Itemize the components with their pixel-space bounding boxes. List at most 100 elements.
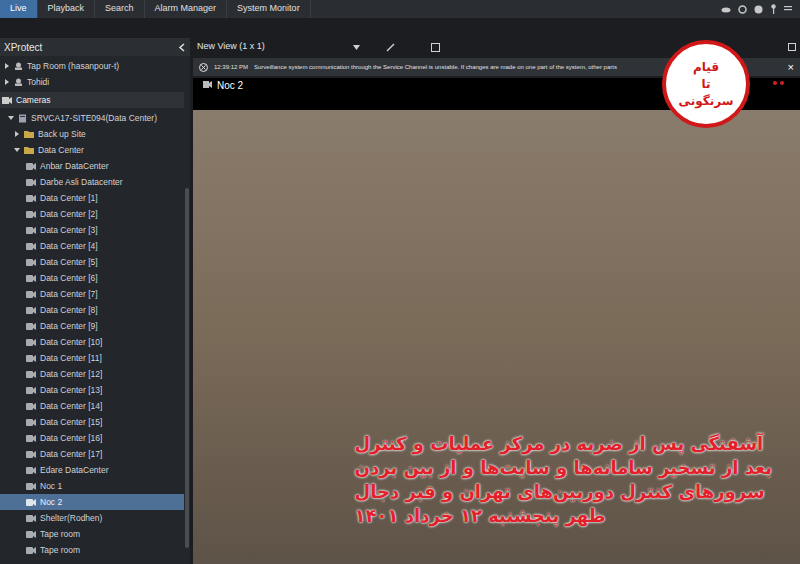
user-icon (14, 78, 23, 86)
camera-icon (26, 291, 36, 298)
tree-item-label: Data Center [1] (40, 192, 98, 205)
tree-item[interactable]: Data Center [13] (0, 382, 184, 398)
camera-icon (26, 531, 36, 538)
tree-item[interactable]: Tohidi (0, 74, 184, 90)
caption-line: سرورهای کنترل دوربین‌های تهران و قبر دجا… (355, 480, 765, 504)
tree-item-label: Data Center [11] (40, 352, 102, 365)
scrollbar[interactable] (185, 188, 189, 548)
expand-arrow-icon[interactable] (4, 79, 10, 85)
tree-item[interactable]: Data Center [11] (0, 350, 184, 366)
tab[interactable]: Search (95, 0, 145, 18)
tree-item[interactable]: Cameras (0, 92, 184, 108)
tree-item-label: Shelter(Rodhen) (40, 512, 102, 525)
dropdown-icon[interactable] (353, 45, 360, 50)
camera-icon (26, 483, 36, 490)
tree-item[interactable]: Data Center [5] (0, 254, 184, 270)
camera-icon (26, 355, 36, 362)
tree-item[interactable]: Data Center [12] (0, 366, 184, 382)
tree-item[interactable]: Data Center [1] (0, 190, 184, 206)
tree-item[interactable]: Noc 1 (0, 478, 184, 494)
help-icon[interactable] (754, 5, 763, 14)
link-icon[interactable] (386, 43, 395, 52)
tree-item-label: Noc 1 (40, 480, 62, 493)
tree-item[interactable]: Data Center [16] (0, 430, 184, 446)
alert-icon (780, 81, 784, 85)
tree-item[interactable]: Data Center [10] (0, 334, 184, 350)
camera-icon (26, 243, 36, 250)
badge-text: قیام (693, 59, 719, 76)
camera-icon (26, 451, 36, 458)
tree-item[interactable]: Data Center [2] (0, 206, 184, 222)
tree-item-label: Tap Room (hasanpour-t) (27, 60, 119, 73)
tree-item-label: Data Center [9] (40, 320, 98, 333)
tree-item-label: Anbar DataCenter (40, 160, 109, 173)
save-icon[interactable] (431, 43, 440, 52)
camera-icon (26, 275, 36, 282)
camera-icon (26, 547, 36, 554)
gear-icon[interactable] (738, 5, 747, 14)
tree-item[interactable]: Data Center [7] (0, 286, 184, 302)
tree-item-label: Noc 2 (40, 496, 62, 509)
tree-item-label: Data Center [3] (40, 224, 98, 237)
tree-item[interactable]: Data Center [9] (0, 318, 184, 334)
tree-item[interactable]: Shelter(Rodhen) (0, 510, 184, 526)
tree-item[interactable]: Data Center [14] (0, 398, 184, 414)
expand-icon[interactable] (788, 43, 796, 51)
user-icon (14, 62, 23, 70)
tree-item-label: Darbe Asli Datacenter (40, 176, 123, 189)
tree-item-label: Edare DataCenter (40, 464, 109, 477)
camera-icon (26, 419, 36, 426)
tree-item[interactable]: Data Center [15] (0, 414, 184, 430)
sidebar: XProtect Tap Room (hasanpour-t)TohidiCam… (0, 38, 190, 564)
camera-icon (26, 371, 36, 378)
tree-item[interactable]: Tape room (0, 542, 184, 558)
tree-item[interactable]: Tap Room (hasanpour-t) (0, 58, 184, 74)
top-bar: LivePlaybackSearchAlarm ManagerSystem Mo… (0, 0, 800, 18)
tab[interactable]: Alarm Manager (145, 0, 228, 18)
tree-item[interactable]: Edare DataCenter (0, 462, 184, 478)
tree-item-label: Data Center [2] (40, 208, 98, 221)
tree-item[interactable]: Data Center [3] (0, 222, 184, 238)
tree-item-label: Data Center [16] (40, 432, 102, 445)
folder-icon (24, 146, 34, 154)
tree-item[interactable]: Data Center [4] (0, 238, 184, 254)
tree-item[interactable]: Tape room (0, 526, 184, 542)
tree-item[interactable]: Data Center (0, 142, 184, 158)
expand-arrow-icon[interactable] (14, 147, 20, 153)
video-frame: آشفتگی پس از ضربه در مرکز عملیات و کنترل… (193, 110, 800, 564)
tab[interactable]: Playback (38, 0, 96, 18)
camera-icon (26, 515, 36, 522)
expand-arrow-icon[interactable] (14, 131, 20, 137)
expand-arrow-icon[interactable] (8, 115, 14, 121)
tree-item[interactable]: SRVCA17-SITE094(Data Center) (0, 110, 184, 126)
tree-item-label: Data Center [14] (40, 400, 102, 413)
tree-item-label: Tohidi (27, 76, 49, 89)
tree-item[interactable]: Darbe Asli Datacenter (0, 174, 184, 190)
tree-item-label: Data Center [10] (40, 336, 102, 349)
tree-item-label: Data Center [7] (40, 288, 98, 301)
tree-item-label: Data Center [12] (40, 368, 102, 381)
caption-line: آشفتگی پس از ضربه در مرکز عملیات و کنترل (355, 432, 764, 456)
tree-item[interactable]: Data Center [6] (0, 270, 184, 286)
close-button[interactable]: × (784, 59, 794, 76)
tab[interactable]: System Monitor (227, 0, 311, 18)
view-selector[interactable]: New View (1 x 1) (197, 40, 347, 54)
tree-item[interactable]: Noc 2 (0, 494, 184, 510)
cloud-icon[interactable] (721, 5, 731, 13)
collapse-icon[interactable] (178, 43, 186, 52)
tree-item[interactable]: Data Center [8] (0, 302, 184, 318)
menu-icon[interactable] (784, 5, 792, 13)
tree-item[interactable]: Data Center [17] (0, 446, 184, 462)
camera-icon (26, 227, 36, 234)
tree-item-label: Tape room (40, 544, 80, 557)
tree-item-label: Data Center [15] (40, 416, 102, 429)
camera-title: Noc 2 (217, 81, 243, 91)
tree-item[interactable]: Back up Site (0, 126, 184, 142)
tab[interactable]: Live (0, 0, 38, 18)
camera-icon (26, 323, 36, 330)
tree-item[interactable]: Anbar DataCenter (0, 158, 184, 174)
badge-text: تا (701, 76, 710, 93)
camera-icon (26, 259, 36, 266)
expand-arrow-icon[interactable] (4, 63, 10, 69)
key-icon[interactable] (770, 4, 777, 14)
